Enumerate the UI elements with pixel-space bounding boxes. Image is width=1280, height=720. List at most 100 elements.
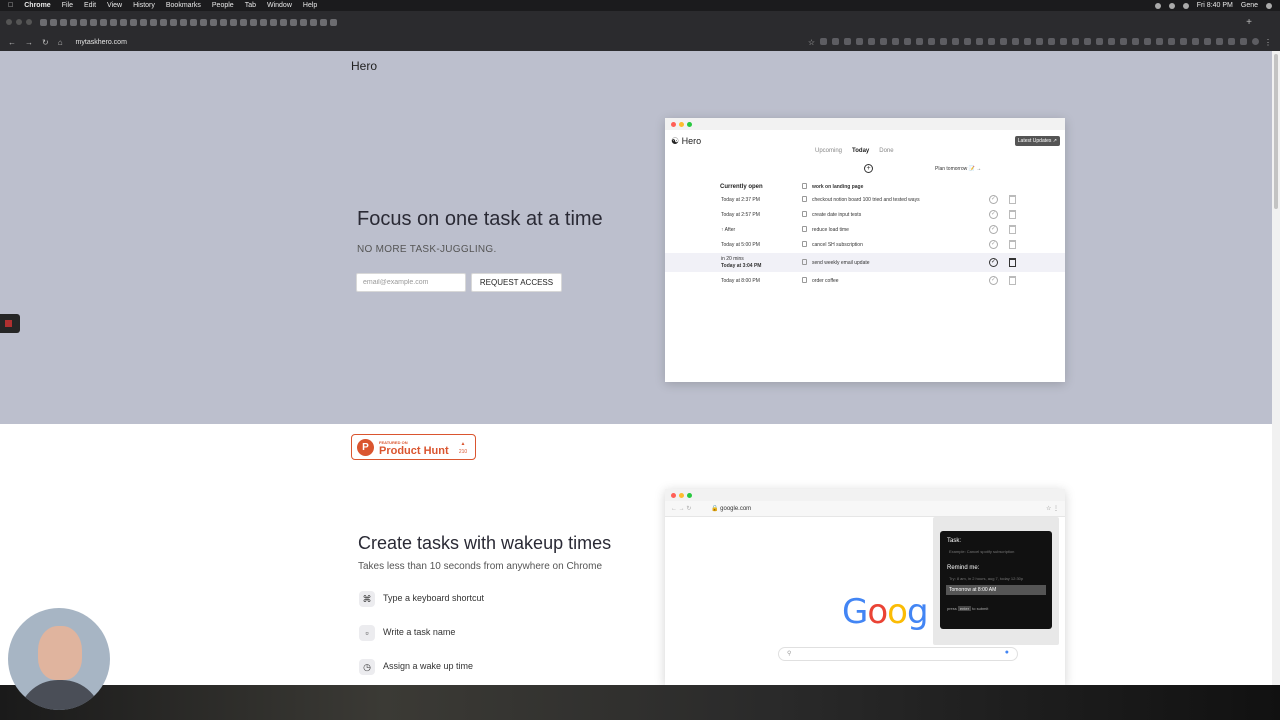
- tab-favicon[interactable]: [150, 18, 157, 26]
- reload-icon[interactable]: ↻: [42, 38, 49, 47]
- tab-favicon[interactable]: [190, 18, 197, 26]
- tab-favicon[interactable]: [100, 18, 107, 26]
- email-field[interactable]: [356, 273, 466, 292]
- extension-icon[interactable]: [1000, 37, 1007, 45]
- scrollbar-thumb[interactable]: [1274, 54, 1278, 209]
- extension-icon[interactable]: [916, 37, 923, 45]
- tab-favicon[interactable]: [250, 18, 257, 26]
- extension-icon[interactable]: [1144, 37, 1151, 45]
- tab-favicon[interactable]: [180, 18, 187, 26]
- tab-favicon[interactable]: [270, 18, 277, 26]
- extension-icon[interactable]: [964, 37, 971, 45]
- tab-favicon[interactable]: [90, 18, 97, 26]
- extension-icon[interactable]: [868, 37, 875, 45]
- side-widget-tab[interactable]: [0, 314, 20, 333]
- extension-icon[interactable]: [1192, 37, 1199, 45]
- extension-icon[interactable]: [1096, 37, 1103, 45]
- tab-favicon[interactable]: [140, 18, 147, 26]
- extension-icon[interactable]: [1216, 37, 1223, 45]
- tab-favicon[interactable]: [130, 18, 137, 26]
- minimize-window-icon[interactable]: [16, 19, 22, 25]
- menu-tab[interactable]: Tab: [245, 2, 256, 9]
- extension-icon[interactable]: [1156, 37, 1163, 45]
- extension-icon[interactable]: [952, 37, 959, 45]
- extension-icon[interactable]: [1036, 37, 1043, 45]
- new-tab-icon[interactable]: +: [1246, 17, 1252, 28]
- tab-favicon[interactable]: [210, 18, 217, 26]
- tab-favicon[interactable]: [40, 18, 47, 26]
- extension-icon[interactable]: [856, 37, 863, 45]
- menu-history[interactable]: History: [133, 2, 155, 9]
- extension-icon[interactable]: [928, 37, 935, 45]
- apple-icon[interactable]: : [8, 2, 13, 9]
- home-icon[interactable]: ⌂: [58, 38, 63, 47]
- tab-favicon[interactable]: [50, 18, 57, 26]
- tab-favicon[interactable]: [280, 18, 287, 26]
- extension-icon[interactable]: [940, 37, 947, 45]
- tab-favicon[interactable]: [200, 18, 207, 26]
- dropbox-icon[interactable]: [1154, 2, 1161, 9]
- menubar-clock[interactable]: Fri 8:40 PM: [1197, 2, 1233, 9]
- tab-favicon[interactable]: [110, 18, 117, 26]
- menu-people[interactable]: People: [212, 2, 234, 9]
- menu-app-chrome[interactable]: Chrome: [24, 2, 50, 9]
- extension-icon[interactable]: [1024, 37, 1031, 45]
- extension-icon[interactable]: [880, 37, 887, 45]
- forward-icon[interactable]: →: [25, 38, 33, 47]
- extension-icon[interactable]: [1012, 37, 1019, 45]
- tab-favicon[interactable]: [120, 18, 127, 26]
- siri-icon[interactable]: [1266, 2, 1272, 9]
- extension-icon[interactable]: [1180, 37, 1187, 45]
- extension-icon[interactable]: [1120, 37, 1127, 45]
- extension-icon[interactable]: [1228, 37, 1235, 45]
- site-logo[interactable]: Hero: [351, 59, 377, 73]
- tab-favicon[interactable]: [320, 18, 327, 26]
- extension-icon[interactable]: [820, 37, 827, 45]
- producthunt-badge[interactable]: P FEATURED ON Product Hunt ▲ 210: [351, 434, 476, 460]
- tab-favicon[interactable]: [220, 18, 227, 26]
- menu-bookmarks[interactable]: Bookmarks: [166, 2, 201, 9]
- extension-icon[interactable]: [844, 37, 851, 45]
- request-access-button[interactable]: REQUEST ACCESS: [471, 273, 562, 292]
- profile-avatar[interactable]: [1252, 37, 1259, 45]
- menu-edit[interactable]: Edit: [84, 2, 96, 9]
- extension-icon[interactable]: [1084, 37, 1091, 45]
- extension-icon[interactable]: [976, 37, 983, 45]
- battery-icon[interactable]: [1182, 2, 1189, 9]
- wifi-icon[interactable]: [1168, 2, 1175, 9]
- menu-window[interactable]: Window: [267, 2, 292, 9]
- tab-favicon[interactable]: [310, 18, 317, 26]
- tab-favicon[interactable]: [80, 18, 87, 26]
- tab-favicon[interactable]: [170, 18, 177, 26]
- menu-file[interactable]: File: [62, 2, 73, 9]
- close-window-icon[interactable]: [6, 19, 12, 25]
- address-bar[interactable]: mytaskhero.com: [76, 39, 127, 46]
- extension-icon[interactable]: [1204, 37, 1211, 45]
- bookmark-star-icon[interactable]: ☆: [808, 38, 815, 47]
- extension-icon[interactable]: [1240, 37, 1247, 45]
- extension-icon[interactable]: [1048, 37, 1055, 45]
- tab-favicon[interactable]: [160, 18, 167, 26]
- tab-favicon[interactable]: [230, 18, 237, 26]
- tab-favicon[interactable]: [330, 18, 337, 26]
- extension-icon[interactable]: [1072, 37, 1079, 45]
- menu-help[interactable]: Help: [303, 2, 317, 9]
- extension-icon[interactable]: [1132, 37, 1139, 45]
- extension-icon[interactable]: [892, 37, 899, 45]
- tab-favicon[interactable]: [60, 18, 67, 26]
- page-scrollbar[interactable]: [1272, 51, 1280, 685]
- extension-icon[interactable]: [988, 37, 995, 45]
- tab-favicon[interactable]: [290, 18, 297, 26]
- extension-icon[interactable]: [832, 37, 839, 45]
- extension-icon[interactable]: [904, 37, 911, 45]
- extension-icon[interactable]: [1108, 37, 1115, 45]
- extension-icon[interactable]: [1168, 37, 1175, 45]
- tab-favicon[interactable]: [240, 18, 247, 26]
- tab-favicon[interactable]: [70, 18, 77, 26]
- menu-view[interactable]: View: [107, 2, 122, 9]
- menubar-user[interactable]: Gene: [1241, 2, 1258, 9]
- chrome-menu-icon[interactable]: ⋮: [1264, 38, 1272, 47]
- zoom-window-icon[interactable]: [26, 19, 32, 25]
- tab-favicon[interactable]: [260, 18, 267, 26]
- back-icon[interactable]: ←: [8, 38, 16, 47]
